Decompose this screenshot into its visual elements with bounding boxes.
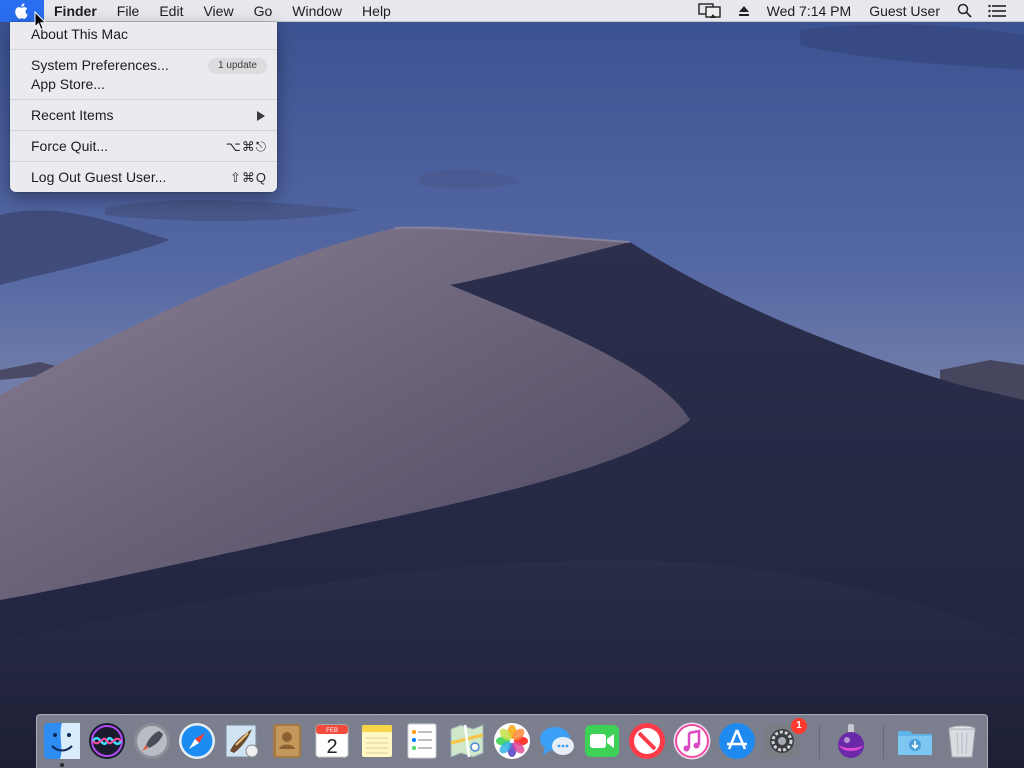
menu-separator bbox=[10, 49, 277, 50]
apple-menu-dropdown: About This Mac System Preferences... 1 u… bbox=[10, 22, 277, 192]
log-out-shortcut: ⇧⌘Q bbox=[229, 170, 267, 185]
trash-icon[interactable] bbox=[942, 721, 982, 761]
log-out-label: Log Out Guest User... bbox=[31, 169, 167, 185]
finder-icon[interactable] bbox=[42, 721, 82, 761]
menu-bar: Finder File Edit View Go Window Help Wed… bbox=[0, 0, 1024, 22]
force-quit-item[interactable]: Force Quit... ⌥⌘⎋ bbox=[10, 137, 277, 156]
dock: FEB 2 1 bbox=[36, 714, 988, 768]
log-out-item[interactable]: Log Out Guest User... ⇧⌘Q bbox=[10, 168, 277, 187]
system-preferences-label: System Preferences... bbox=[31, 57, 169, 73]
menu-view[interactable]: View bbox=[193, 0, 243, 22]
safari-icon[interactable] bbox=[177, 721, 217, 761]
news-icon[interactable] bbox=[627, 721, 667, 761]
update-badge: 1 update bbox=[208, 57, 267, 74]
menu-help[interactable]: Help bbox=[352, 0, 401, 22]
notes-icon[interactable] bbox=[357, 721, 397, 761]
calendar-icon[interactable]: FEB 2 bbox=[312, 721, 352, 761]
photos-icon[interactable] bbox=[492, 721, 532, 761]
about-this-mac-item[interactable]: About This Mac bbox=[10, 25, 277, 44]
mouse-cursor-icon bbox=[34, 11, 47, 31]
submenu-arrow-icon bbox=[257, 110, 265, 121]
mail-icon[interactable] bbox=[222, 721, 262, 761]
menu-window[interactable]: Window bbox=[282, 0, 352, 22]
display-mirroring-icon[interactable] bbox=[690, 0, 730, 22]
menu-separator bbox=[10, 130, 277, 131]
downloads-folder-icon[interactable] bbox=[895, 721, 935, 761]
menu-separator bbox=[10, 99, 277, 100]
about-this-mac-label: About This Mac bbox=[31, 26, 129, 42]
menu-user[interactable]: Guest User bbox=[860, 0, 949, 22]
recent-items-item[interactable]: Recent Items bbox=[10, 106, 277, 125]
menu-edit[interactable]: Edit bbox=[149, 0, 193, 22]
dock-separator bbox=[883, 725, 884, 759]
update-count-badge: 1 bbox=[791, 718, 807, 734]
system-preferences-item[interactable]: System Preferences... 1 update bbox=[10, 56, 277, 75]
menu-separator bbox=[10, 161, 277, 162]
force-quit-shortcut: ⌥⌘⎋ bbox=[225, 139, 267, 154]
force-quit-label: Force Quit... bbox=[31, 138, 109, 154]
app-store-label: App Store... bbox=[31, 76, 105, 92]
maps-icon[interactable] bbox=[447, 721, 487, 761]
siri-icon[interactable] bbox=[87, 721, 127, 761]
eject-icon[interactable] bbox=[730, 0, 758, 22]
menu-finder[interactable]: Finder bbox=[44, 0, 107, 22]
launchpad-icon[interactable] bbox=[132, 721, 172, 761]
menu-clock[interactable]: Wed 7:14 PM bbox=[758, 0, 861, 22]
recent-items-label: Recent Items bbox=[31, 107, 114, 123]
contacts-icon[interactable] bbox=[267, 721, 307, 761]
itunes-icon[interactable] bbox=[672, 721, 712, 761]
menu-go[interactable]: Go bbox=[244, 0, 283, 22]
utility-app-icon[interactable] bbox=[831, 721, 871, 761]
menu-file[interactable]: File bbox=[107, 0, 150, 22]
app-store-item[interactable]: App Store... bbox=[10, 75, 277, 94]
dock-separator bbox=[819, 725, 820, 759]
notification-center-icon[interactable] bbox=[980, 0, 1014, 22]
running-indicator bbox=[60, 763, 64, 767]
spotlight-search-icon[interactable] bbox=[949, 0, 980, 22]
facetime-icon[interactable] bbox=[582, 721, 622, 761]
calendar-month-text: FEB bbox=[326, 728, 338, 734]
reminders-icon[interactable] bbox=[402, 721, 442, 761]
app-store-icon[interactable] bbox=[717, 721, 757, 761]
calendar-day-text: 2 bbox=[326, 736, 337, 758]
messages-icon[interactable] bbox=[537, 721, 577, 761]
apple-icon bbox=[15, 2, 28, 19]
